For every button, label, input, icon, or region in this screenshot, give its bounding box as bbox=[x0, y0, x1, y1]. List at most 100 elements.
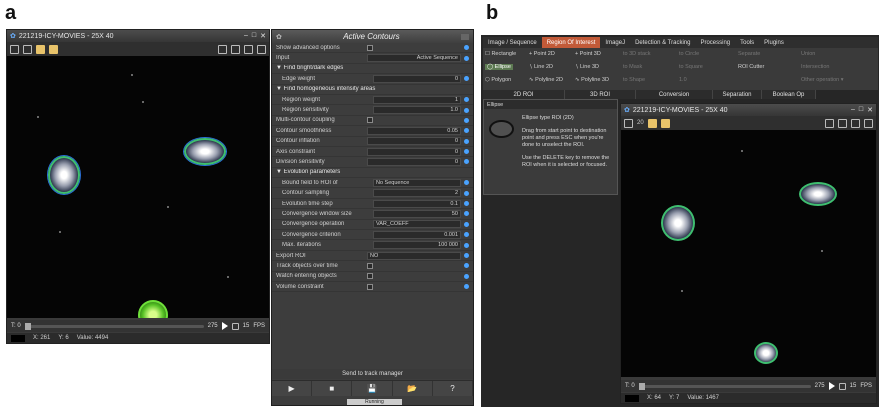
pin-icon[interactable] bbox=[257, 44, 266, 54]
cell-roi[interactable] bbox=[799, 182, 837, 206]
ribbon-tool-button[interactable]: ROI Cutter bbox=[738, 64, 764, 70]
checkbox[interactable] bbox=[367, 273, 373, 280]
help-dot-icon[interactable] bbox=[464, 232, 469, 238]
help-dot-icon[interactable] bbox=[464, 76, 469, 82]
checkbox[interactable] bbox=[367, 262, 373, 269]
ribbon-tab[interactable]: Plugins bbox=[759, 37, 789, 48]
ribbon-tool-button[interactable]: Separate bbox=[738, 51, 760, 57]
help-dot-icon[interactable] bbox=[464, 211, 469, 217]
help-dot-icon[interactable] bbox=[464, 242, 469, 248]
close-button[interactable]: ✕ bbox=[867, 106, 873, 114]
copy-icon[interactable] bbox=[244, 44, 253, 54]
ribbon-tool-button[interactable]: to 3D stack bbox=[623, 51, 651, 57]
play-icon[interactable] bbox=[221, 322, 228, 330]
help-dot-icon[interactable] bbox=[464, 55, 469, 61]
help-dot-icon[interactable] bbox=[464, 263, 469, 269]
help-dot-icon[interactable] bbox=[464, 221, 469, 227]
ribbon-tool-button[interactable]: to Circle bbox=[679, 51, 699, 57]
section-header[interactable]: ▼ Evolution parameters bbox=[272, 168, 473, 179]
fps-value[interactable]: 15 bbox=[243, 323, 250, 329]
ribbon-tab[interactable]: Image / Sequence bbox=[483, 37, 542, 48]
checkbox[interactable] bbox=[367, 283, 373, 290]
cell-contour[interactable] bbox=[48, 156, 80, 194]
ribbon-tool-button[interactable]: Union bbox=[801, 51, 815, 57]
copy-icon[interactable] bbox=[851, 118, 860, 128]
help-dot-icon[interactable] bbox=[464, 107, 469, 113]
ribbon-tool-button[interactable]: + Point 3D bbox=[575, 51, 601, 57]
help-dot-icon[interactable] bbox=[464, 117, 469, 123]
parameter-input[interactable]: No Sequence bbox=[373, 178, 461, 187]
image-canvas[interactable] bbox=[7, 56, 269, 318]
lock-icon[interactable] bbox=[624, 118, 633, 128]
parameter-input[interactable]: NO bbox=[367, 251, 461, 260]
ribbon-tab[interactable]: Tools bbox=[735, 37, 759, 48]
cell-contour-selected[interactable] bbox=[138, 300, 168, 318]
help-dot-icon[interactable] bbox=[464, 201, 469, 207]
ribbon-tab[interactable]: ImageJ bbox=[600, 37, 630, 48]
run-button[interactable]: ▶ bbox=[272, 381, 313, 396]
ribbon-tool-button[interactable]: to Square bbox=[679, 64, 703, 70]
help-dot-icon[interactable] bbox=[464, 159, 469, 165]
grid-icon[interactable] bbox=[49, 44, 58, 54]
zoom-value[interactable]: 20 bbox=[637, 120, 644, 126]
grid-icon[interactable] bbox=[660, 118, 670, 128]
ribbon-tool-button[interactable]: to Mask bbox=[623, 64, 642, 70]
ribbon-tool-button[interactable]: + Point 2D bbox=[529, 51, 555, 57]
ribbon-tool-button[interactable]: Intersection bbox=[801, 64, 829, 70]
stop-button[interactable]: ■ bbox=[312, 381, 353, 396]
maximize-button[interactable]: □ bbox=[859, 106, 863, 114]
ribbon-tool-button[interactable]: ☐ Rectangle bbox=[485, 51, 516, 57]
parameter-input[interactable]: 0.1 bbox=[373, 199, 461, 208]
parameter-input[interactable]: VAR_COEFF bbox=[373, 220, 461, 229]
help-dot-icon[interactable] bbox=[464, 190, 469, 196]
panel-header[interactable]: ✿ Active Contours bbox=[272, 30, 473, 43]
parameter-input[interactable]: 0 bbox=[367, 157, 461, 166]
section-header[interactable]: ▼ Find homogeneous intensity areas bbox=[272, 85, 473, 95]
help-dot-icon[interactable] bbox=[464, 45, 469, 51]
camera-icon[interactable] bbox=[825, 118, 834, 128]
ribbon-tool-button[interactable]: Other operation ▾ bbox=[801, 77, 844, 83]
help-dot-icon[interactable] bbox=[464, 128, 469, 134]
help-dot-icon[interactable] bbox=[464, 253, 469, 258]
fps-value[interactable]: 15 bbox=[850, 383, 857, 389]
parameter-input[interactable]: 2 bbox=[373, 189, 461, 198]
minimize-button[interactable]: – bbox=[851, 106, 855, 114]
parameter-input[interactable]: 0 bbox=[367, 137, 461, 146]
send-to-track-manager-button[interactable]: Send to track manager bbox=[272, 369, 473, 379]
loop-icon[interactable] bbox=[838, 382, 846, 390]
parameter-input[interactable]: Active Sequence bbox=[367, 54, 461, 63]
window-titlebar[interactable]: ✿ 221219-ICY-MOVIES - 25X 40 – □ ✕ bbox=[7, 30, 269, 42]
close-button[interactable]: ✕ bbox=[260, 32, 266, 40]
checkbox[interactable] bbox=[367, 44, 373, 51]
ribbon-tool-button[interactable]: 1.0 bbox=[679, 77, 687, 83]
ribbon-tool-button[interactable]: ∖ Line 2D bbox=[529, 64, 553, 70]
help-dot-icon[interactable] bbox=[464, 149, 469, 155]
export-icon[interactable] bbox=[838, 118, 847, 128]
help-dot-icon[interactable] bbox=[464, 273, 469, 279]
play-icon[interactable] bbox=[828, 382, 835, 390]
parameter-input[interactable]: 1 bbox=[373, 95, 461, 104]
parameter-input[interactable]: 0.05 bbox=[367, 126, 461, 135]
ribbon-tool-button[interactable]: ◯ Ellipse bbox=[485, 64, 513, 70]
time-slider[interactable]: T: 0 275 15 FPS bbox=[7, 320, 269, 332]
pin-icon[interactable] bbox=[864, 118, 873, 128]
open-button[interactable]: 📂 bbox=[393, 381, 433, 396]
help-dot-icon[interactable] bbox=[464, 97, 469, 103]
parameter-input[interactable]: 50 bbox=[373, 209, 461, 218]
ribbon-tool-button[interactable]: to Shape bbox=[623, 77, 645, 83]
camera-icon[interactable] bbox=[218, 44, 227, 54]
cell-roi[interactable] bbox=[754, 342, 778, 364]
duplicate-icon[interactable] bbox=[647, 118, 657, 128]
lock-icon[interactable] bbox=[10, 44, 19, 54]
export-icon[interactable] bbox=[231, 44, 240, 54]
save-button[interactable]: 💾 bbox=[352, 381, 393, 396]
layers-icon[interactable] bbox=[23, 44, 32, 54]
time-slider[interactable]: T: 0 275 15 FPS bbox=[621, 380, 876, 392]
ribbon-tool-button[interactable]: ∖ Line 3D bbox=[575, 64, 599, 70]
ribbon-tool-button[interactable]: ∿ Polyline 2D bbox=[529, 77, 563, 83]
ribbon-tab[interactable]: Region Of Interest bbox=[541, 37, 601, 48]
parameter-input[interactable]: 1.0 bbox=[373, 106, 461, 115]
ribbon-tab[interactable]: Detection & Tracking bbox=[630, 37, 695, 48]
loop-icon[interactable] bbox=[231, 322, 239, 330]
parameter-input[interactable]: 0 bbox=[367, 147, 461, 156]
